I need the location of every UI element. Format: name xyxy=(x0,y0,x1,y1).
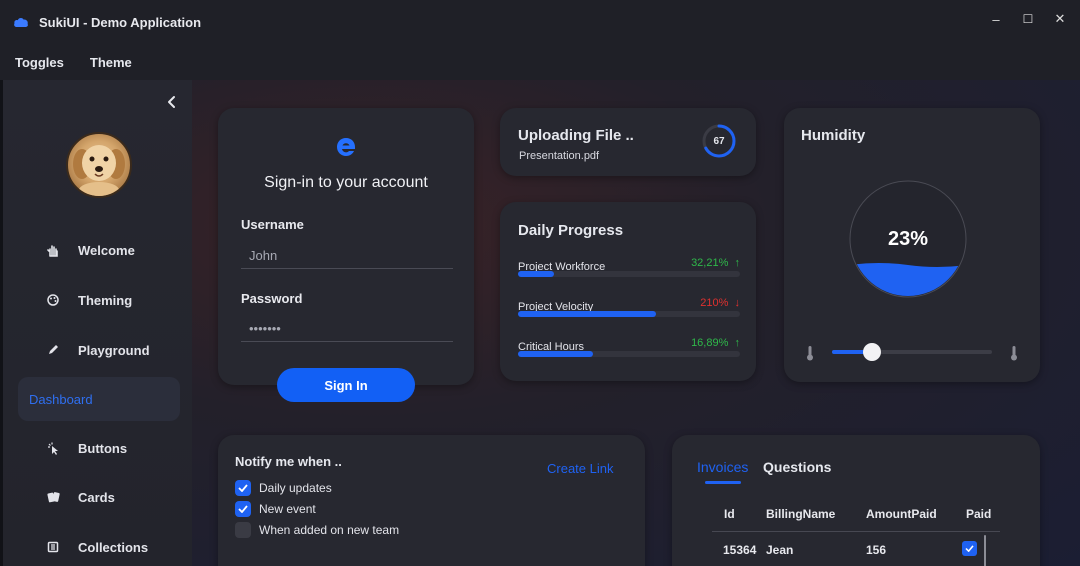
progress-bar xyxy=(518,271,740,277)
sidebar-item-playground[interactable]: Playground xyxy=(18,328,180,372)
upload-title: Uploading File .. xyxy=(518,127,634,144)
cell-id: 15364 xyxy=(723,543,757,557)
sidebar-item-label: Collections xyxy=(78,539,149,555)
menu-bar: Toggles Theme xyxy=(0,44,1080,80)
thermometer-low-icon xyxy=(807,346,813,361)
upload-filename: Presentation.pdf xyxy=(519,150,600,162)
checkbox-label: New event xyxy=(259,502,316,516)
tab-questions[interactable]: Questions xyxy=(763,459,831,475)
username-label: Username xyxy=(241,217,304,232)
username-field[interactable] xyxy=(241,243,453,269)
sidebar-item-label: Cards xyxy=(78,489,115,505)
tab-invoices[interactable]: Invoices xyxy=(697,459,748,475)
progress-fill xyxy=(518,271,554,277)
sidebar-item-theming[interactable]: Theming xyxy=(18,278,180,322)
pen-icon xyxy=(46,343,60,357)
daily-progress-title: Daily Progress xyxy=(518,222,624,239)
column-header-paid[interactable]: Paid xyxy=(966,507,991,521)
column-header-amount-paid[interactable]: AmountPaid xyxy=(866,507,937,521)
collections-icon xyxy=(46,540,60,554)
checkbox-checked-icon[interactable] xyxy=(235,501,251,517)
checkbox-label: Daily updates xyxy=(259,481,332,495)
checkbox-unchecked-icon[interactable] xyxy=(235,522,251,538)
sidebar-item-cards[interactable]: Cards xyxy=(18,475,180,519)
sidebar-item-collections[interactable]: Collections xyxy=(18,525,180,566)
window-title: SukiUI - Demo Application xyxy=(39,14,202,30)
sidebar-item-label: Buttons xyxy=(78,440,128,456)
table-scrollbar[interactable] xyxy=(984,535,986,566)
close-button[interactable]: ✕ xyxy=(1054,11,1066,26)
humidity-title: Humidity xyxy=(801,127,866,144)
signin-card: Sign-in to your account Username Passwor… xyxy=(218,108,474,385)
cell-billing-name: Jean xyxy=(766,543,794,557)
checkbox-new-event[interactable]: New event xyxy=(235,501,316,517)
progress-value: 16,89% ↑ xyxy=(691,337,740,349)
sidebar-item-buttons[interactable]: Buttons xyxy=(18,426,180,470)
daily-progress-card: Daily Progress Project Workforce 32,21% … xyxy=(500,202,756,381)
menu-toggles[interactable]: Toggles xyxy=(15,55,64,70)
column-header-id[interactable]: Id xyxy=(724,507,735,521)
palette-icon xyxy=(46,293,60,307)
thermometer-high-icon xyxy=(1011,346,1017,361)
sidebar-item-welcome[interactable]: Welcome xyxy=(18,228,180,272)
password-field[interactable] xyxy=(241,316,453,342)
signin-title: Sign-in to your account xyxy=(264,174,428,191)
cell-amount-paid: 156 xyxy=(866,543,887,557)
dashboard-main: Sign-in to your account Username Passwor… xyxy=(192,80,1080,566)
checkbox-new-team[interactable]: When added on new team xyxy=(235,522,399,538)
slider-thumb[interactable] xyxy=(863,343,881,361)
avatar xyxy=(66,132,132,198)
progress-row: Project Workforce 32,21% ↑ xyxy=(518,257,740,277)
progress-fill xyxy=(518,311,656,317)
menu-theme[interactable]: Theme xyxy=(90,55,132,70)
checkbox-daily-updates[interactable]: Daily updates xyxy=(235,480,332,496)
upload-card: Uploading File .. Presentation.pdf 67 xyxy=(500,108,756,176)
cloud-logo-icon xyxy=(14,18,28,27)
cards-icon xyxy=(46,490,60,504)
chevron-left-icon[interactable] xyxy=(165,94,179,110)
progress-value: 32,21% ↑ xyxy=(691,257,740,269)
create-link[interactable]: Create Link xyxy=(547,461,613,476)
signin-button[interactable]: Sign In xyxy=(277,368,415,402)
column-header-billing-name[interactable]: BillingName xyxy=(766,507,835,521)
minimize-button[interactable]: – xyxy=(990,12,1002,27)
tab-underline xyxy=(705,481,741,484)
hand-icon xyxy=(46,243,60,257)
progress-bar xyxy=(518,351,740,357)
sidebar-item-label: Theming xyxy=(78,292,133,308)
sidebar: Welcome Theming Playground Dashboard But… xyxy=(0,80,192,566)
invoices-card: Invoices Questions Id BillingName Amount… xyxy=(672,435,1040,566)
progress-value: 210% ↓ xyxy=(700,297,740,309)
humidity-value: 23% xyxy=(887,227,929,250)
progress-row: Critical Hours 16,89% ↑ xyxy=(518,337,740,357)
progress-bar xyxy=(518,311,740,317)
edge-logo-icon xyxy=(337,138,355,156)
password-label: Password xyxy=(241,291,303,306)
arrow-down-icon: ↓ xyxy=(734,297,741,309)
sidebar-item-dashboard[interactable]: Dashboard xyxy=(18,377,180,421)
upload-progress-value: 67 xyxy=(713,135,725,147)
progress-row: Project Velocity 210% ↓ xyxy=(518,297,740,317)
notify-title: Notify me when .. xyxy=(235,454,342,469)
checkbox-checked-icon[interactable] xyxy=(235,480,251,496)
checkbox-label: When added on new team xyxy=(259,523,400,537)
sidebar-item-label: Playground xyxy=(78,342,150,358)
sidebar-item-label: Welcome xyxy=(78,242,135,258)
arrow-up-icon: ↑ xyxy=(734,257,741,269)
maximize-button[interactable]: ☐ xyxy=(1022,12,1034,26)
sidebar-item-label: Dashboard xyxy=(29,391,93,407)
dog-avatar-icon xyxy=(73,145,125,196)
pointer-icon xyxy=(46,441,60,455)
title-bar: SukiUI - Demo Application – ☐ ✕ xyxy=(0,0,1080,44)
progress-fill xyxy=(518,351,594,357)
arrow-up-icon: ↑ xyxy=(734,337,741,349)
header-divider xyxy=(712,531,1000,532)
cell-paid-checkbox[interactable] xyxy=(962,541,977,556)
notify-card: Notify me when .. Create Link Daily upda… xyxy=(218,435,645,566)
humidity-card: Humidity 23% xyxy=(784,108,1040,382)
humidity-slider[interactable] xyxy=(832,343,992,361)
